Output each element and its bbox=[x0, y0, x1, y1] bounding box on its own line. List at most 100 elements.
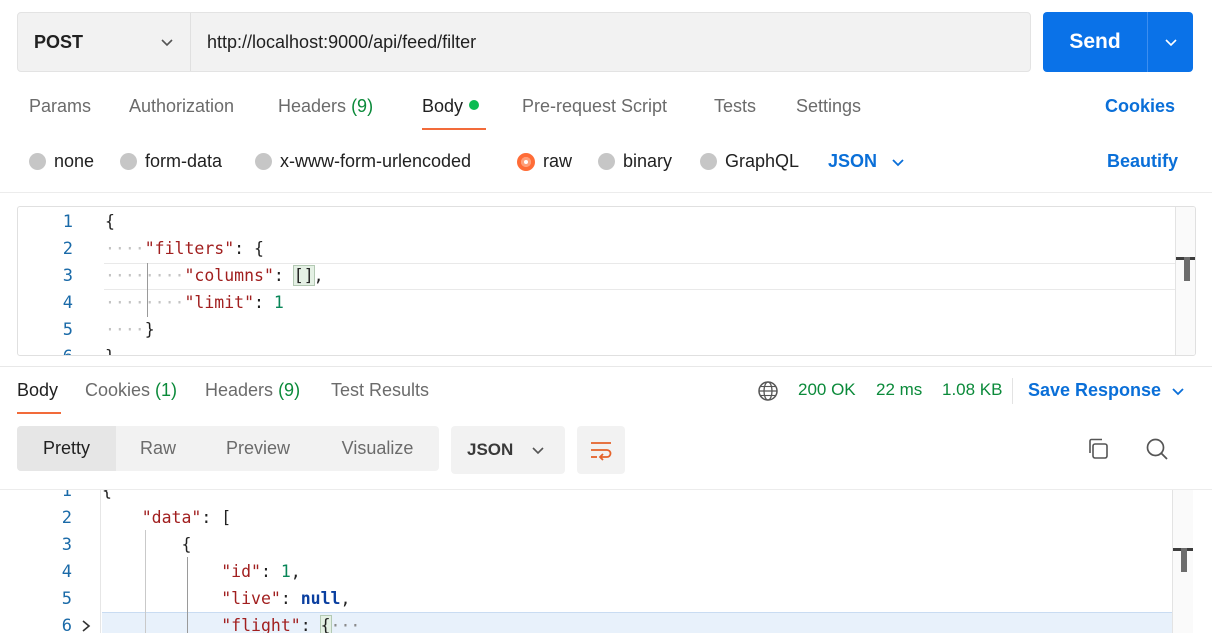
radio-binary[interactable]: binary bbox=[598, 151, 672, 172]
send-options-button[interactable] bbox=[1147, 12, 1193, 72]
view-preview-button[interactable]: Preview bbox=[200, 426, 316, 471]
json-null: null bbox=[300, 589, 341, 608]
view-visualize-button[interactable]: Visualize bbox=[316, 426, 439, 471]
tab-headers[interactable]: Headers (9) bbox=[278, 96, 373, 117]
tab-params[interactable]: Params bbox=[29, 96, 91, 117]
radio-label: raw bbox=[543, 151, 573, 171]
json-array: [] bbox=[292, 265, 315, 286]
response-tabs: Body Cookies (1) Headers (9) Test Result… bbox=[0, 376, 1212, 416]
code-line: 1 { bbox=[0, 489, 1212, 504]
send-button[interactable]: Send bbox=[1043, 12, 1147, 72]
radio-dot-selected bbox=[517, 152, 535, 171]
line-number: 2 bbox=[61, 507, 72, 528]
folded-ellipsis[interactable]: ··· bbox=[331, 616, 361, 633]
line-number: 4 bbox=[62, 292, 73, 313]
radio-label: x-www-form-urlencoded bbox=[280, 151, 472, 171]
code-text: { bbox=[102, 489, 112, 500]
tab-label: Headers bbox=[205, 380, 274, 400]
headers-count: (9) bbox=[351, 96, 374, 116]
json-key: "flight" bbox=[221, 616, 301, 633]
radio-dot bbox=[598, 153, 615, 170]
globe-icon[interactable] bbox=[757, 380, 779, 402]
status-code[interactable]: 200 OK bbox=[798, 380, 856, 400]
tab-label: Headers bbox=[278, 96, 347, 116]
tab-body[interactable]: Body bbox=[422, 96, 480, 117]
request-bar: POST http://localhost:9000/api/feed/filt… bbox=[17, 12, 1031, 72]
response-time[interactable]: 22 ms bbox=[876, 380, 922, 400]
view-raw-button[interactable]: Raw bbox=[116, 426, 200, 471]
tab-settings[interactable]: Settings bbox=[796, 96, 861, 117]
vertical-scrollbar[interactable] bbox=[1172, 490, 1193, 633]
active-tab-underline bbox=[422, 128, 486, 130]
response-format-select[interactable]: JSON bbox=[451, 426, 565, 474]
tab-authorization[interactable]: Authorization bbox=[129, 96, 234, 117]
response-size[interactable]: 1.08 KB bbox=[942, 380, 1003, 400]
request-body-editor[interactable]: 1 { 2 ····"filters": { 3 ········"column… bbox=[17, 206, 1196, 356]
view-pretty-button[interactable]: Pretty bbox=[17, 426, 116, 471]
tab-label: Test Results bbox=[331, 380, 430, 400]
radio-dot bbox=[255, 153, 272, 170]
line-number: 4 bbox=[61, 561, 72, 582]
json-key: "data" bbox=[141, 508, 202, 527]
code-line: 6 "flight": {··· bbox=[0, 612, 1212, 633]
method-select[interactable]: POST bbox=[18, 13, 191, 71]
radio-graphql[interactable]: GraphQL bbox=[700, 151, 799, 172]
divider bbox=[1012, 378, 1013, 404]
beautify-button[interactable]: Beautify bbox=[1107, 151, 1178, 172]
radio-none[interactable]: none bbox=[29, 151, 94, 172]
code-line: 5 "live": null, bbox=[0, 585, 1212, 612]
search-icon[interactable] bbox=[1144, 436, 1170, 462]
chevron-right-icon[interactable] bbox=[80, 620, 92, 632]
tab-label: Params bbox=[29, 96, 92, 116]
code-text: : [ bbox=[201, 508, 232, 527]
scrollbar-thumb[interactable] bbox=[1181, 548, 1187, 572]
divider bbox=[0, 366, 1212, 367]
body-format-select[interactable]: JSON bbox=[828, 151, 905, 172]
code-text: : bbox=[260, 562, 281, 581]
chevron-down-icon bbox=[1164, 39, 1177, 47]
code-line: 2 ····"filters": { bbox=[18, 235, 1195, 262]
radio-dot bbox=[29, 153, 46, 170]
code-line: 4 "id": 1, bbox=[0, 558, 1212, 585]
tab-label: Body bbox=[17, 380, 59, 400]
radio-label: binary bbox=[623, 151, 673, 171]
json-key: "id" bbox=[221, 562, 261, 581]
radio-form-data[interactable]: form-data bbox=[120, 151, 222, 172]
code-text: , bbox=[313, 266, 324, 285]
line-number: 1 bbox=[62, 211, 73, 232]
response-tab-headers[interactable]: Headers (9) bbox=[205, 380, 300, 401]
chevron-down-icon bbox=[892, 158, 904, 166]
vertical-scrollbar[interactable] bbox=[1175, 207, 1195, 355]
cookies-link[interactable]: Cookies bbox=[1105, 96, 1175, 117]
radio-dot bbox=[120, 153, 137, 170]
tab-pre-request-script[interactable]: Pre-request Script bbox=[522, 96, 667, 117]
response-body-viewer[interactable]: 1 { 2 "data": [ 3 { 4 "id": 1, 5 "live":… bbox=[0, 489, 1212, 633]
code-line: 5 ····} bbox=[18, 316, 1195, 343]
response-tab-test-results[interactable]: Test Results bbox=[331, 380, 429, 401]
response-tab-body[interactable]: Body bbox=[17, 380, 58, 401]
json-key: "limit" bbox=[184, 293, 255, 312]
tab-label: Pre-request Script bbox=[522, 96, 668, 116]
radio-label: GraphQL bbox=[725, 151, 800, 171]
json-number: 1 bbox=[273, 293, 284, 312]
line-number: 5 bbox=[61, 588, 72, 609]
tab-tests[interactable]: Tests bbox=[714, 96, 756, 117]
send-button-group: Send bbox=[1043, 12, 1193, 72]
json-key: "filters" bbox=[144, 239, 235, 258]
line-number: 6 bbox=[61, 615, 72, 633]
method-label: POST bbox=[34, 31, 84, 52]
tab-label: Tests bbox=[714, 96, 757, 116]
code-text: } bbox=[105, 347, 115, 355]
scrollbar-thumb[interactable] bbox=[1184, 257, 1190, 281]
code-line: 3 ········"columns": [], bbox=[18, 262, 1195, 289]
url-input[interactable]: http://localhost:9000/api/feed/filter bbox=[191, 32, 476, 53]
radio-x-www-form-urlencoded[interactable]: x-www-form-urlencoded bbox=[255, 151, 471, 172]
line-number: 2 bbox=[62, 238, 73, 259]
save-response-button[interactable]: Save Response bbox=[1028, 380, 1185, 401]
copy-icon[interactable] bbox=[1085, 436, 1111, 462]
radio-raw[interactable]: raw bbox=[517, 151, 572, 172]
wrap-lines-button[interactable] bbox=[577, 426, 625, 474]
line-number: 3 bbox=[62, 265, 73, 286]
response-tab-cookies[interactable]: Cookies (1) bbox=[85, 380, 177, 401]
json-key: "columns" bbox=[184, 266, 274, 285]
